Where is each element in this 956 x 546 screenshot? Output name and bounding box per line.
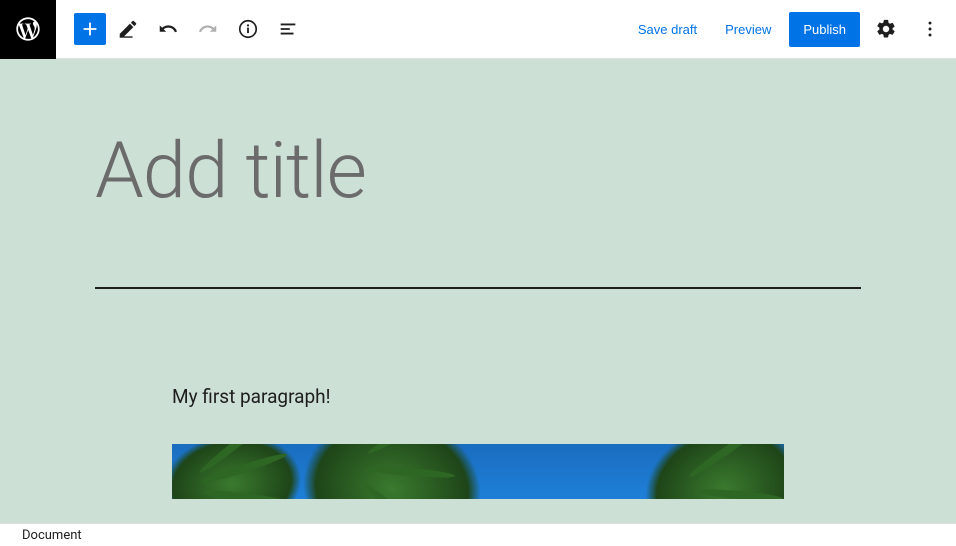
plus-icon	[79, 18, 101, 40]
wordpress-icon	[14, 15, 42, 43]
info-button[interactable]	[230, 11, 266, 47]
redo-icon	[197, 18, 219, 40]
editor-canvas: Add title My first paragraph!	[0, 59, 956, 523]
edit-mode-button[interactable]	[110, 11, 146, 47]
outline-icon	[277, 18, 299, 40]
undo-icon	[157, 18, 179, 40]
right-toolbar-group: Save draft Preview Publish	[628, 11, 956, 47]
image-block[interactable]	[172, 444, 784, 499]
image-content	[172, 444, 308, 499]
save-draft-button[interactable]: Save draft	[628, 14, 707, 45]
outline-button[interactable]	[270, 11, 306, 47]
preview-button[interactable]: Preview	[715, 14, 781, 45]
pencil-icon	[117, 18, 139, 40]
image-content	[290, 444, 493, 499]
gear-icon	[875, 18, 897, 40]
left-toolbar-group	[56, 11, 306, 47]
settings-button[interactable]	[868, 11, 904, 47]
publish-button[interactable]: Publish	[789, 12, 860, 47]
undo-button[interactable]	[150, 11, 186, 47]
image-content	[630, 444, 784, 499]
redo-button[interactable]	[190, 11, 226, 47]
paragraph-block[interactable]: My first paragraph!	[172, 385, 784, 408]
breadcrumb-item[interactable]: Document	[22, 528, 82, 543]
add-block-button[interactable]	[74, 13, 106, 45]
more-vertical-icon	[919, 18, 941, 40]
post-title-input[interactable]: Add title	[95, 129, 861, 215]
top-toolbar: Save draft Preview Publish	[0, 0, 956, 59]
footer-breadcrumb-bar: Document	[0, 523, 956, 546]
more-options-button[interactable]	[912, 11, 948, 47]
info-icon	[237, 18, 259, 40]
post-content: Add title My first paragraph!	[95, 59, 861, 499]
wordpress-logo-button[interactable]	[0, 0, 56, 59]
